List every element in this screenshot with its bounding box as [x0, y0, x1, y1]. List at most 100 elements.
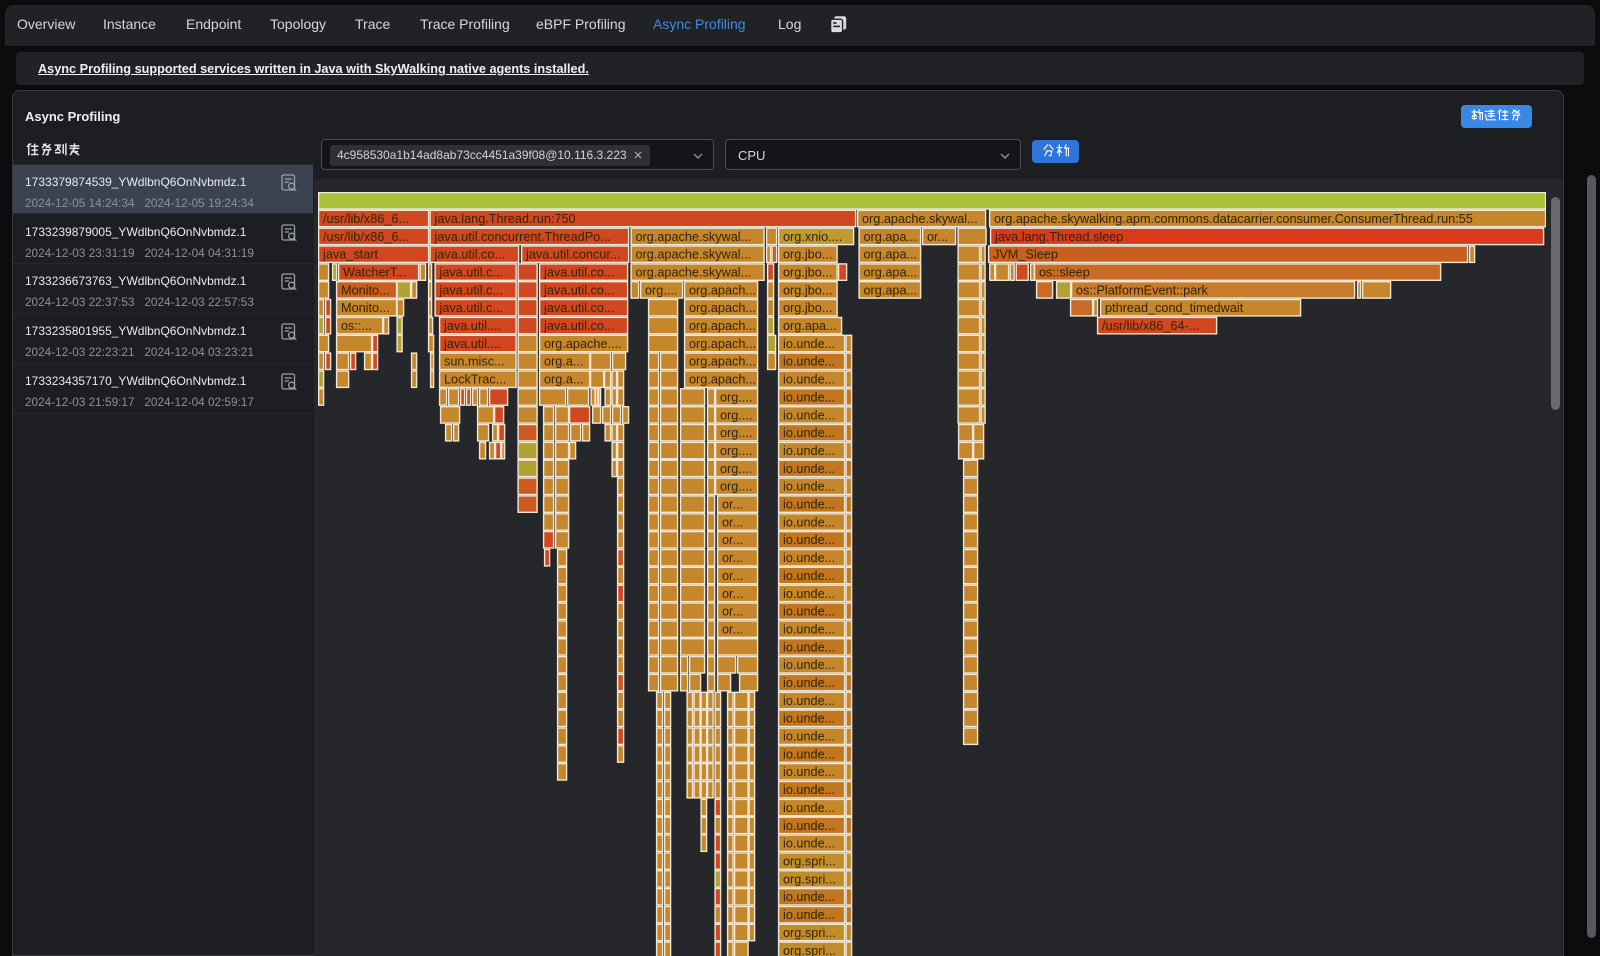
svg-text:os::sleep: os::sleep	[1039, 266, 1090, 280]
svg-text:io.unde...: io.unde...	[783, 462, 835, 476]
svg-text:org....: org....	[645, 283, 677, 297]
svg-text:java.util.co...: java.util.co...	[543, 266, 615, 280]
svg-text:java.util.co...: java.util.co...	[543, 319, 615, 333]
svg-text:or...: or...	[722, 587, 743, 601]
svg-text:org.a...: org.a...	[544, 355, 584, 369]
svg-text:or...: or...	[722, 498, 743, 512]
svg-text:io.unde...: io.unde...	[783, 908, 835, 922]
svg-text:io.unde...: io.unde...	[783, 694, 835, 708]
svg-text:/usr/lib/x86_64-...: /usr/lib/x86_64-...	[1102, 319, 1199, 333]
svg-text:org.apach...: org.apach...	[689, 337, 756, 351]
svg-text:org.apache.skywal...: org.apache.skywal...	[636, 248, 752, 262]
svg-text:or...: or...	[722, 533, 743, 547]
svg-text:io.unde...: io.unde...	[783, 819, 835, 833]
svg-text:io.unde...: io.unde...	[783, 480, 835, 494]
svg-text:org.apa...: org.apa...	[864, 230, 918, 244]
svg-text:org....: org....	[720, 462, 752, 476]
svg-text:org....: org....	[720, 480, 752, 494]
svg-text:io.unde...: io.unde...	[783, 533, 835, 547]
svg-text:org.jbo...: org.jbo...	[783, 301, 832, 315]
svg-text:io.unde...: io.unde...	[783, 658, 835, 672]
svg-text:io.unde...: io.unde...	[783, 587, 835, 601]
svg-text:io.unde...: io.unde...	[783, 730, 835, 744]
svg-text:org....: org....	[720, 444, 752, 458]
svg-text:org.apache.skywalking.apm.comm: org.apache.skywalking.apm.commons.dataca…	[994, 212, 1473, 226]
svg-text:org....: org....	[720, 408, 752, 422]
svg-text:java.util.c...: java.util.c...	[439, 283, 503, 297]
svg-text:Monito...: Monito...	[341, 283, 390, 297]
svg-text:org.apache.skywal...: org.apache.skywal...	[636, 230, 752, 244]
svg-text:LockTrac...: LockTrac...	[444, 373, 506, 387]
svg-text:org.apa...: org.apa...	[864, 248, 918, 262]
svg-text:org....: org....	[720, 426, 752, 440]
svg-text:os::...: os::...	[341, 319, 372, 333]
svg-text:io.unde...: io.unde...	[783, 515, 835, 529]
svg-text:java.util.co...: java.util.co...	[543, 283, 615, 297]
svg-text:io.unde...: io.unde...	[783, 801, 835, 815]
svg-text:io.unde...: io.unde...	[783, 569, 835, 583]
svg-text:os::PlatformEvent::park: os::PlatformEvent::park	[1076, 283, 1209, 297]
svg-text:java.util.co...: java.util.co...	[543, 301, 615, 315]
svg-text:java.util....: java.util....	[443, 319, 501, 333]
svg-text:io.unde...: io.unde...	[783, 408, 835, 422]
svg-text:or...: or...	[927, 230, 948, 244]
svg-text:io.unde...: io.unde...	[783, 890, 835, 904]
svg-text:io.unde...: io.unde...	[783, 712, 835, 726]
svg-text:org.spri...: org.spri...	[783, 855, 836, 869]
svg-text:io.unde...: io.unde...	[783, 605, 835, 619]
svg-text:io.unde...: io.unde...	[783, 426, 835, 440]
svg-text:sun.misc...: sun.misc...	[444, 355, 505, 369]
svg-text:or...: or...	[722, 551, 743, 565]
svg-text:io.unde...: io.unde...	[783, 551, 835, 565]
svg-text:io.unde...: io.unde...	[783, 498, 835, 512]
svg-text:io.unde...: io.unde...	[783, 373, 835, 387]
svg-text:org.a...: org.a...	[544, 373, 584, 387]
svg-text:org.jbo...: org.jbo...	[783, 248, 832, 262]
svg-text:java.util.c...: java.util.c...	[439, 301, 503, 315]
svg-text:io.unde...: io.unde...	[783, 676, 835, 690]
svg-text:or...: or...	[722, 515, 743, 529]
svg-text:org.apa...: org.apa...	[783, 319, 837, 333]
svg-text:io.unde...: io.unde...	[783, 390, 835, 404]
svg-text:io.unde...: io.unde...	[783, 837, 835, 851]
svg-text:org.xnio....: org.xnio....	[783, 230, 842, 244]
svg-text:JVM_Sleep: JVM_Sleep	[993, 248, 1058, 262]
svg-text:io.unde...: io.unde...	[783, 355, 835, 369]
svg-text:org.apache....: org.apache....	[544, 337, 622, 351]
svg-text:org.apache.skywal...: org.apache.skywal...	[862, 212, 978, 226]
svg-text:java.util.concurrent.ThreadPo.: java.util.concurrent.ThreadPo...	[434, 230, 611, 244]
svg-text:java.util....: java.util....	[443, 337, 501, 351]
svg-text:org....: org....	[720, 390, 752, 404]
svg-text:io.unde...: io.unde...	[783, 337, 835, 351]
svg-text:io.unde...: io.unde...	[783, 747, 835, 761]
svg-text:org.spri...: org.spri...	[783, 872, 836, 886]
svg-text:pthread_cond_timedwait: pthread_cond_timedwait	[1105, 301, 1244, 315]
svg-text:WatcherT...: WatcherT...	[343, 266, 407, 280]
svg-text:org.spri...: org.spri...	[783, 944, 836, 956]
svg-text:org.apache.skywal...: org.apache.skywal...	[636, 266, 752, 280]
svg-text:java.util.c...: java.util.c...	[439, 266, 503, 280]
svg-text:java.util.co...: java.util.co...	[434, 248, 506, 262]
svg-text:or...: or...	[722, 569, 743, 583]
svg-text:or...: or...	[722, 605, 743, 619]
svg-text:or...: or...	[722, 623, 743, 637]
svg-text:io.unde...: io.unde...	[783, 623, 835, 637]
svg-text:/usr/lib/x86_6...: /usr/lib/x86_6...	[323, 212, 409, 226]
svg-text:java_start: java_start	[322, 248, 378, 262]
svg-text:org.apa...: org.apa...	[864, 283, 918, 297]
svg-text:org.apach...: org.apach...	[689, 301, 756, 315]
svg-text:org.apach...: org.apach...	[689, 319, 756, 333]
svg-text:io.unde...: io.unde...	[783, 765, 835, 779]
svg-text:org.jbo...: org.jbo...	[783, 283, 832, 297]
svg-text:java.util.concur...: java.util.concur...	[525, 248, 621, 262]
svg-text:/usr/lib/x86_6...: /usr/lib/x86_6...	[323, 230, 409, 244]
svg-text:java.lang.Thread.run:750: java.lang.Thread.run:750	[434, 212, 576, 226]
svg-text:org.apach...: org.apach...	[689, 283, 756, 297]
svg-text:java.lang.Thread.sleep: java.lang.Thread.sleep	[994, 230, 1123, 244]
svg-text:Monito...: Monito...	[341, 301, 390, 315]
svg-text:org.spri...: org.spri...	[783, 926, 836, 940]
svg-text:io.unde...: io.unde...	[783, 640, 835, 654]
svg-text:org.jbo...: org.jbo...	[783, 266, 832, 280]
svg-text:io.unde...: io.unde...	[783, 783, 835, 797]
svg-text:io.unde...: io.unde...	[783, 444, 835, 458]
